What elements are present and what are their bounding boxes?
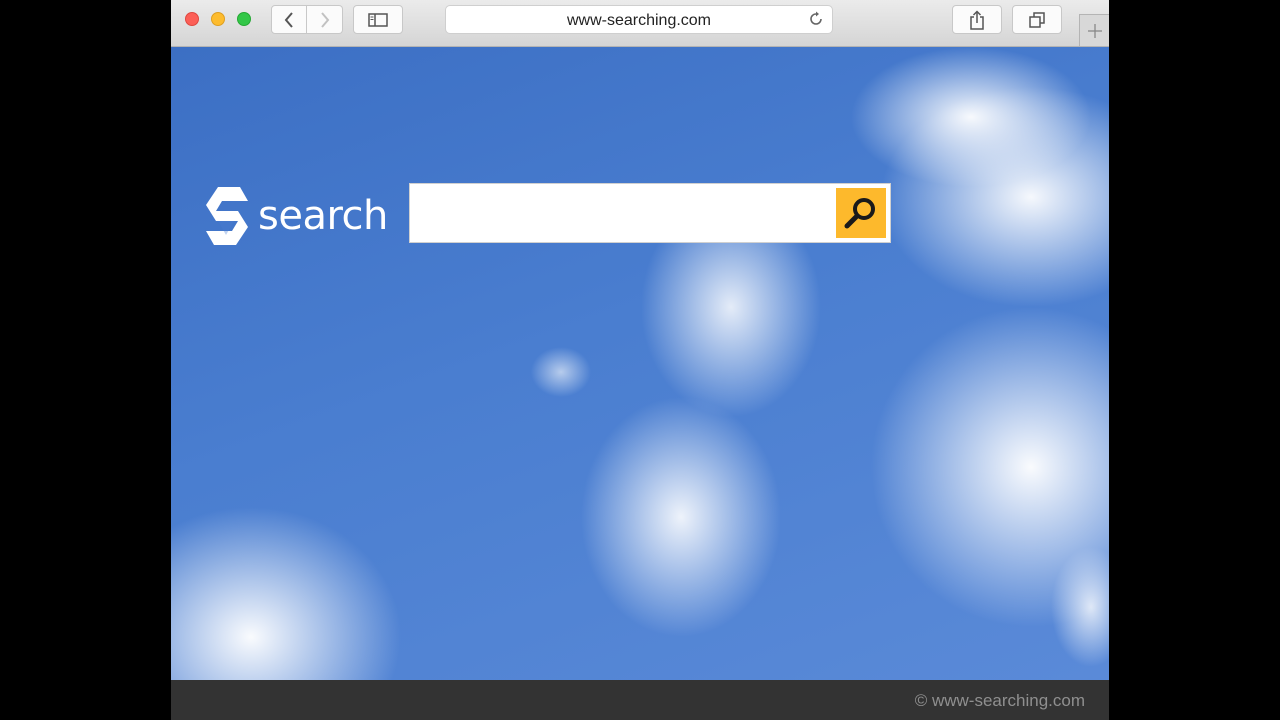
share-button[interactable] — [952, 5, 1002, 34]
magnifier-icon — [844, 198, 875, 229]
reload-button[interactable] — [808, 11, 824, 32]
zoom-window-button[interactable] — [237, 12, 251, 26]
forward-icon — [320, 11, 329, 28]
search-box — [409, 183, 891, 243]
address-url: www-searching.com — [566, 12, 712, 29]
navigation-buttons — [271, 5, 343, 34]
copyright-text: © www-searching.com — [914, 691, 1085, 710]
share-icon — [970, 9, 984, 30]
new-tab-button[interactable] — [1079, 14, 1109, 46]
close-window-button[interactable] — [185, 12, 199, 26]
logo-text: search — [258, 193, 388, 239]
tabs-overview-button[interactable] — [1012, 5, 1062, 34]
reload-icon — [810, 11, 822, 25]
address-bar[interactable]: www-searching.com — [445, 5, 833, 34]
logo-mark-icon — [206, 187, 248, 245]
back-button[interactable] — [271, 5, 307, 34]
back-icon — [284, 11, 293, 28]
search-button[interactable] — [836, 188, 886, 238]
browser-toolbar: www-searching.com — [171, 0, 1109, 47]
forward-button[interactable] — [307, 5, 343, 34]
sidebar-button[interactable] — [353, 5, 403, 34]
search-input[interactable] — [418, 192, 832, 236]
plus-icon — [1087, 23, 1102, 38]
browser-window: www-searching.com search © www-searching… — [171, 0, 1109, 720]
tabs-icon — [1029, 11, 1045, 28]
sidebar-icon — [368, 12, 388, 27]
page-footer: © www-searching.com — [171, 680, 1109, 720]
search-logo[interactable]: search — [204, 185, 388, 247]
minimize-window-button[interactable] — [211, 12, 225, 26]
page-content: search — [171, 47, 1109, 680]
